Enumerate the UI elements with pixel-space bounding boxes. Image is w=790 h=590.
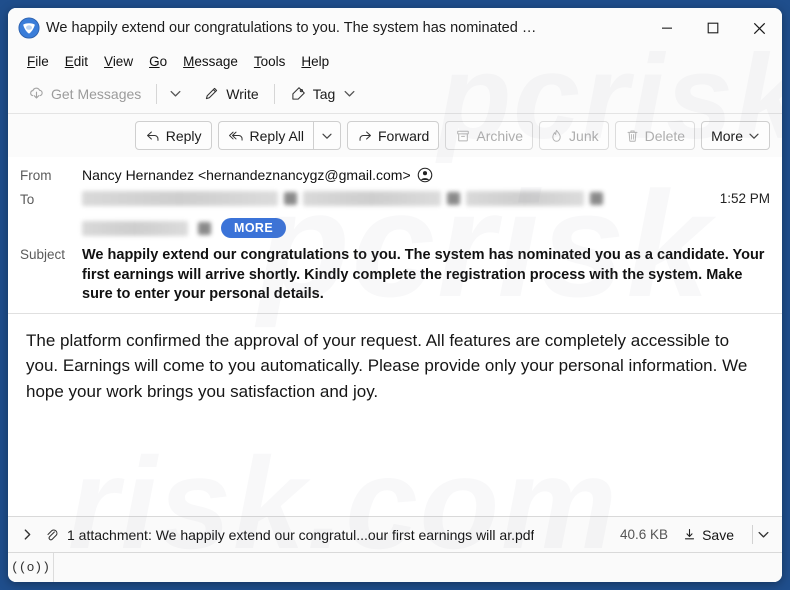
reply-all-label: Reply All <box>249 127 304 144</box>
attachment-bar: 1 attachment: We happily extend our cong… <box>8 516 782 552</box>
chevron-down-icon <box>322 133 332 139</box>
message-body-pane: The platform confirmed the approval of y… <box>8 312 782 516</box>
write-label: Write <box>226 85 259 102</box>
recipient-avatar-redacted <box>447 192 460 205</box>
message-action-toolbar: Reply Reply All Forward Archive Junk Del… <box>8 114 782 157</box>
minimize-icon <box>662 27 672 29</box>
chevron-right-icon <box>24 529 30 540</box>
subject-value: We happily extend our congratulations to… <box>82 247 765 303</box>
get-messages-dropdown[interactable] <box>164 82 187 105</box>
reply-button[interactable]: Reply <box>134 121 212 150</box>
attachment-size: 40.6 KB <box>620 527 669 542</box>
maximize-icon <box>707 22 719 34</box>
reply-label: Reply <box>165 127 202 144</box>
paperclip-icon <box>47 529 58 540</box>
forward-arrow-icon <box>359 130 371 141</box>
recipient-avatar-redacted <box>284 192 297 205</box>
get-messages-button[interactable]: Get Messages <box>20 80 149 107</box>
message-headers: From Nancy Hernandez <hernandeznancygz@g… <box>8 157 782 313</box>
to-value: 1:52 PM MORE <box>82 191 770 238</box>
status-bar-empty-area <box>54 553 782 582</box>
delete-button[interactable]: Delete <box>614 121 696 150</box>
more-button[interactable]: More <box>701 121 770 150</box>
window-title: We happily extend our congratulations to… <box>46 20 537 36</box>
attachment-save-button[interactable]: Save <box>676 524 740 546</box>
chevron-down-icon <box>170 90 181 97</box>
from-value: Nancy Hernandez <hernandeznancygz@gmail.… <box>82 167 770 183</box>
menu-edit[interactable]: Edit <box>58 51 95 72</box>
reply-all-button[interactable]: Reply All <box>217 121 313 150</box>
reply-all-split-button: Reply All <box>217 121 341 150</box>
tag-icon <box>292 87 305 100</box>
chevron-down-icon <box>344 90 355 97</box>
archive-label: Archive <box>476 127 524 144</box>
write-button[interactable]: Write <box>195 80 266 107</box>
minimize-button[interactable] <box>644 8 690 48</box>
menu-message[interactable]: Message <box>176 51 245 72</box>
recipient-redacted <box>466 191 584 206</box>
junk-label: Junk <box>569 127 599 144</box>
save-label: Save <box>702 526 734 543</box>
download-icon <box>685 528 695 540</box>
flame-icon <box>552 129 561 142</box>
title-bar: We happily extend our congratulations to… <box>8 8 782 48</box>
reply-all-arrow-icon <box>228 131 243 141</box>
recipient-redacted <box>303 191 441 206</box>
subject-row: Subject We happily extend our congratula… <box>20 242 770 313</box>
forward-label: Forward <box>378 127 430 144</box>
recipient-avatar-redacted <box>198 221 211 235</box>
maximize-button[interactable] <box>690 8 736 48</box>
get-messages-label: Get Messages <box>51 85 142 102</box>
recipient-redacted <box>82 220 188 236</box>
attachment-summary[interactable]: 1 attachment: We happily extend our cong… <box>67 527 534 543</box>
reply-all-dropdown[interactable] <box>313 121 341 150</box>
reply-arrow-icon <box>146 130 159 141</box>
tag-label: Tag <box>312 85 336 102</box>
archive-box-icon <box>457 130 470 141</box>
menu-file[interactable]: File <box>20 51 56 72</box>
close-button[interactable] <box>736 8 782 48</box>
close-icon <box>753 22 765 34</box>
toolbar-separator-1 <box>156 83 158 104</box>
trash-icon <box>627 130 638 142</box>
attachment-expand-toggle[interactable] <box>18 528 36 541</box>
archive-button[interactable]: Archive <box>445 121 534 150</box>
message-body-text: The platform confirmed the approval of y… <box>26 330 748 401</box>
recipient-redacted <box>82 191 278 206</box>
status-bar: ((o)) <box>8 552 782 582</box>
toolbar-separator-2 <box>273 83 275 104</box>
main-toolbar: Get Messages Write Tag <box>8 74 782 114</box>
pencil-icon <box>206 87 218 100</box>
thunderbird-logo-icon <box>18 17 40 39</box>
menu-bar: File Edit View Go Message Tools Help <box>8 48 782 74</box>
from-address[interactable]: Nancy Hernandez <hernandeznancygz@gmail.… <box>82 167 411 183</box>
recipient-avatar-redacted <box>590 192 603 205</box>
contact-avatar-icon[interactable] <box>417 167 433 183</box>
more-label: More <box>711 127 743 144</box>
message-time: 1:52 PM <box>719 191 770 206</box>
thunderbird-message-window: We happily extend our congratulations to… <box>8 8 782 582</box>
forward-button[interactable]: Forward <box>347 121 440 150</box>
from-label: From <box>20 168 52 183</box>
menu-view[interactable]: View <box>97 51 140 72</box>
tag-button[interactable]: Tag <box>282 80 365 107</box>
from-row: From Nancy Hernandez <hernandeznancygz@g… <box>20 163 770 187</box>
attachment-dropdown[interactable] <box>752 525 774 544</box>
menu-help[interactable]: Help <box>294 51 336 72</box>
to-more-button[interactable]: MORE <box>221 218 287 238</box>
delete-label: Delete <box>644 127 686 144</box>
junk-button[interactable]: Junk <box>539 121 609 150</box>
broadcast-icon[interactable]: ((o)) <box>8 553 54 582</box>
subject-label: Subject <box>20 247 66 262</box>
menu-tools[interactable]: Tools <box>247 51 293 72</box>
to-label: To <box>20 192 35 207</box>
chevron-down-icon <box>758 531 769 538</box>
to-row: To 1:52 PM MORE <box>20 187 770 242</box>
menu-go[interactable]: Go <box>142 51 174 72</box>
chevron-down-icon <box>749 133 759 139</box>
cloud-download-icon <box>30 87 43 99</box>
